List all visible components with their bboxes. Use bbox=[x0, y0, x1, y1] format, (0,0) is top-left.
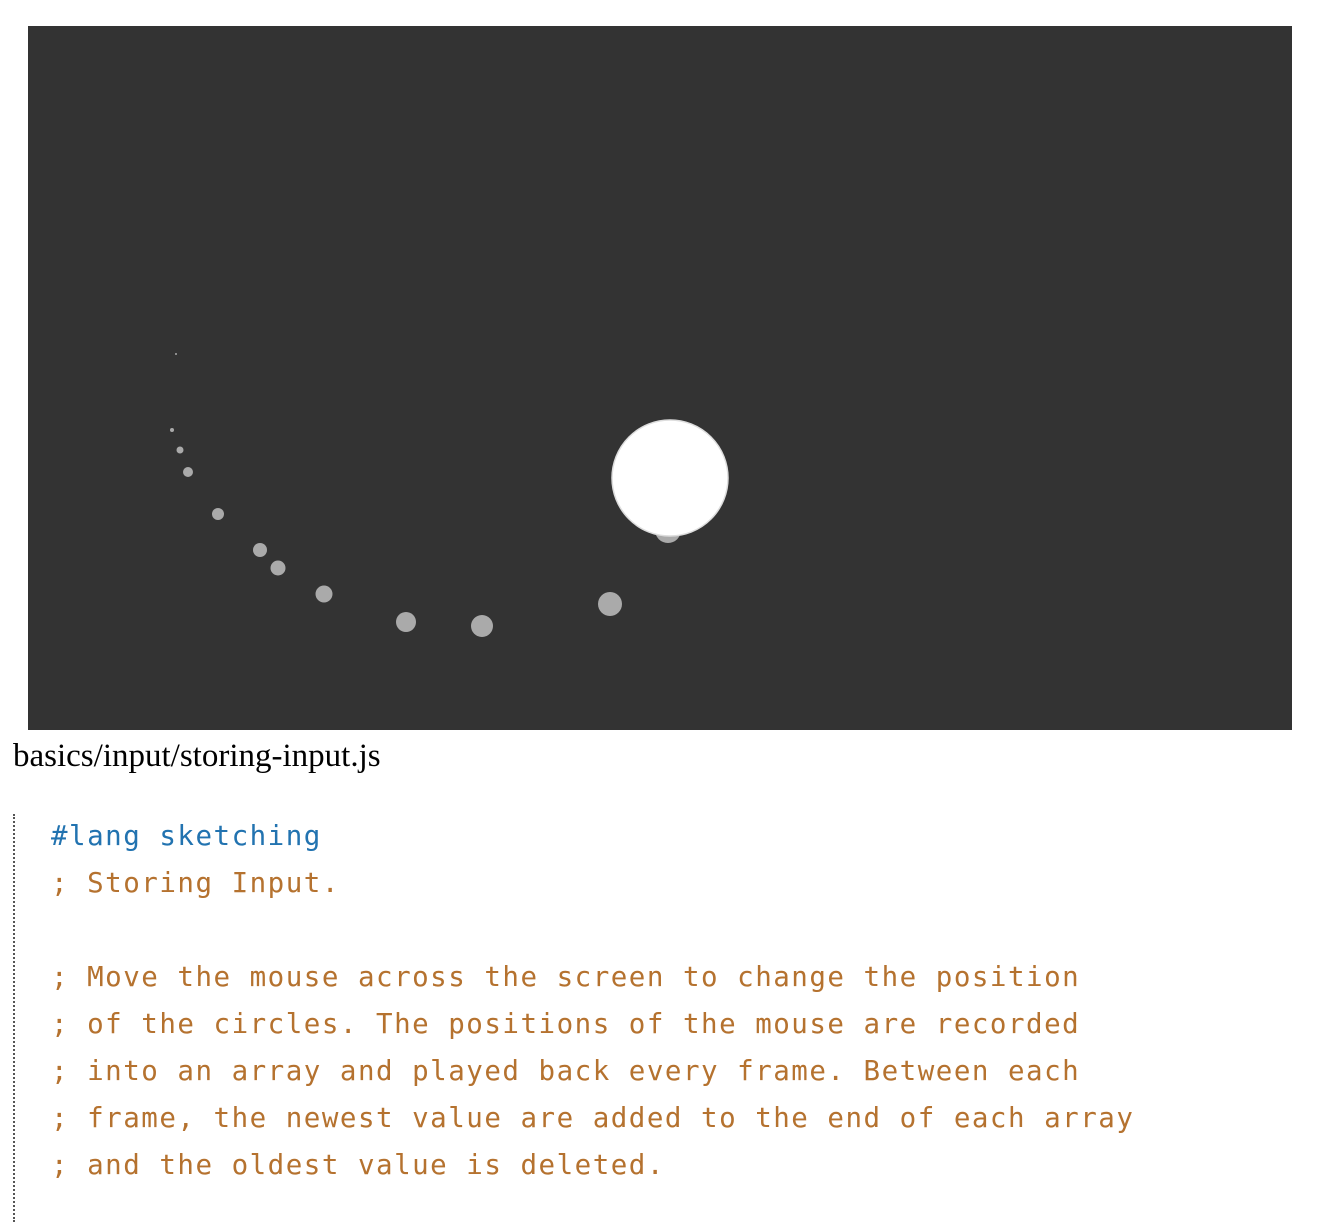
trail-circle bbox=[176, 446, 184, 454]
trail-circle bbox=[183, 467, 193, 477]
sketch-canvas[interactable] bbox=[28, 26, 1292, 730]
trail-circle bbox=[170, 428, 174, 432]
trail-circle bbox=[175, 353, 177, 355]
canvas-background bbox=[28, 26, 1292, 730]
code-comment-line: ; Move the mouse across the screen to ch… bbox=[51, 961, 1081, 993]
code-comment-line: ; of the circles. The positions of the m… bbox=[51, 1008, 1081, 1040]
trail-circle bbox=[270, 560, 286, 576]
code-lang-line: #lang sketching bbox=[51, 820, 322, 852]
trail-circle bbox=[212, 508, 224, 520]
code-comment-line: ; and the oldest value is deleted. bbox=[51, 1149, 665, 1181]
code-comment-line: ; into an array and played back every fr… bbox=[51, 1055, 1081, 1087]
code-comment-line: ; Storing Input. bbox=[51, 867, 340, 899]
trail-circle bbox=[598, 592, 622, 616]
trail-circle bbox=[315, 585, 333, 603]
mouse-cursor-circle bbox=[611, 419, 729, 537]
trail-circle bbox=[396, 612, 416, 632]
trail-circle bbox=[471, 615, 493, 637]
code-block: #lang sketching ; Storing Input. ; Move … bbox=[13, 814, 1313, 1222]
file-path-label: basics/input/storing-input.js bbox=[13, 738, 381, 774]
trail-circle bbox=[253, 543, 267, 557]
page: basics/input/storing-input.js #lang sket… bbox=[0, 0, 1336, 1222]
code-comment-line: ; frame, the newest value are added to t… bbox=[51, 1102, 1135, 1134]
